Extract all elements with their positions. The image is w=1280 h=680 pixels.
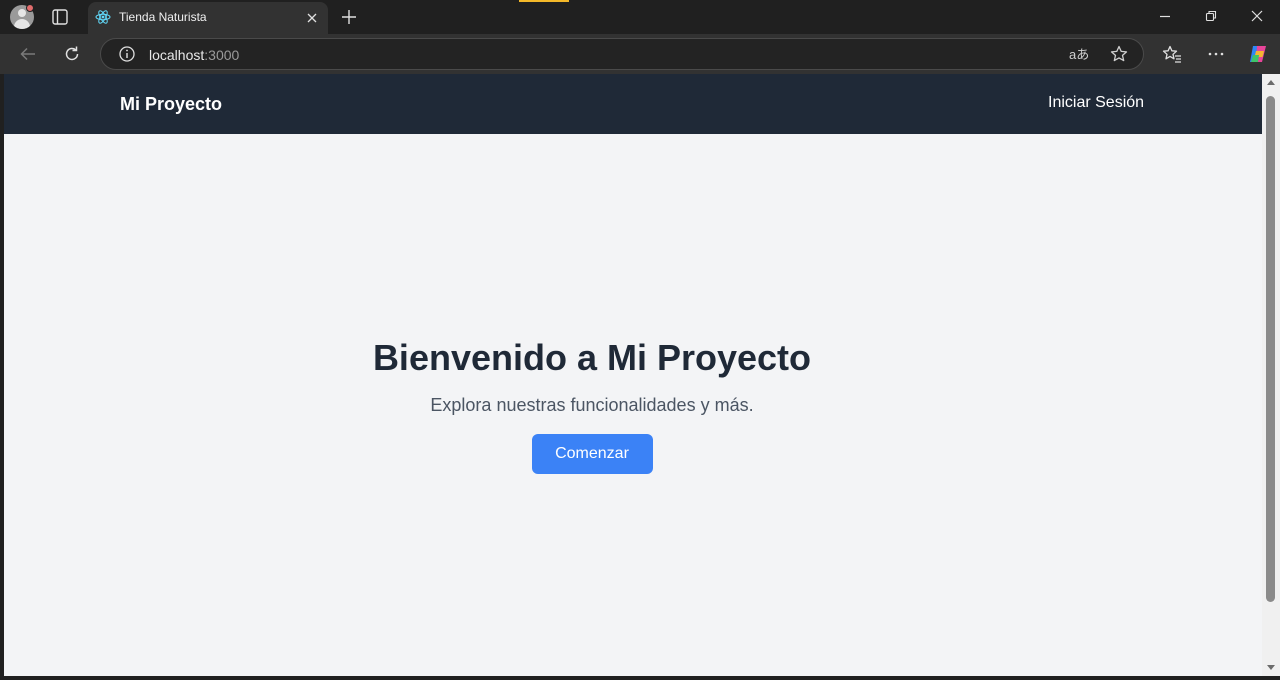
- url-port: :3000: [204, 47, 240, 63]
- tab-title: Tienda Naturista: [119, 10, 207, 24]
- site-brand[interactable]: Mi Proyecto: [120, 94, 222, 115]
- page-viewport: Mi Proyecto Iniciar Sesión Bienvenido a …: [4, 74, 1262, 676]
- scroll-up-icon[interactable]: [1267, 80, 1275, 85]
- favorites-icon[interactable]: [1162, 44, 1182, 64]
- get-started-button[interactable]: Comenzar: [531, 434, 653, 474]
- more-icon[interactable]: [1206, 44, 1226, 64]
- window-close-icon[interactable]: [1249, 8, 1265, 24]
- address-bar[interactable]: localhost:3000 aあ: [100, 38, 1144, 70]
- plus-icon[interactable]: [338, 6, 360, 28]
- copilot-icon[interactable]: [1247, 43, 1269, 65]
- url-text: localhost:3000: [149, 47, 239, 63]
- window-bottom-edge: [0, 676, 1280, 680]
- star-icon[interactable]: [1109, 44, 1129, 64]
- tab-actions-icon[interactable]: [50, 8, 70, 26]
- site-navbar: Mi Proyecto Iniciar Sesión: [4, 74, 1262, 134]
- info-icon[interactable]: [117, 44, 137, 64]
- hero-subtitle: Explora nuestras funcionalidades y más.: [430, 395, 754, 415]
- minimize-icon[interactable]: [1157, 8, 1173, 24]
- back-arrow-icon[interactable]: [18, 44, 38, 64]
- profile-notification-badge: [26, 4, 34, 12]
- restore-icon[interactable]: [1203, 8, 1219, 24]
- reload-icon[interactable]: [62, 44, 82, 64]
- browser-toolbar: localhost:3000 aあ: [0, 34, 1280, 74]
- window-accent-bar: [519, 0, 569, 2]
- hero-title: Bienvenido a Mi Proyecto: [372, 337, 812, 378]
- page-scrollbar[interactable]: [1262, 74, 1280, 676]
- browser-titlebar: Tienda Naturista: [0, 0, 1280, 34]
- translate-icon[interactable]: aあ: [1069, 44, 1089, 63]
- scrollbar-thumb[interactable]: [1266, 96, 1275, 602]
- react-icon: [95, 9, 111, 25]
- close-icon[interactable]: [306, 11, 318, 23]
- scroll-down-icon[interactable]: [1267, 665, 1275, 670]
- hero-section: Bienvenido a Mi Proyecto Explora nuestra…: [4, 134, 1180, 676]
- browser-tab[interactable]: Tienda Naturista: [88, 2, 328, 34]
- url-host: localhost: [149, 47, 205, 63]
- login-link[interactable]: Iniciar Sesión: [1048, 94, 1144, 112]
